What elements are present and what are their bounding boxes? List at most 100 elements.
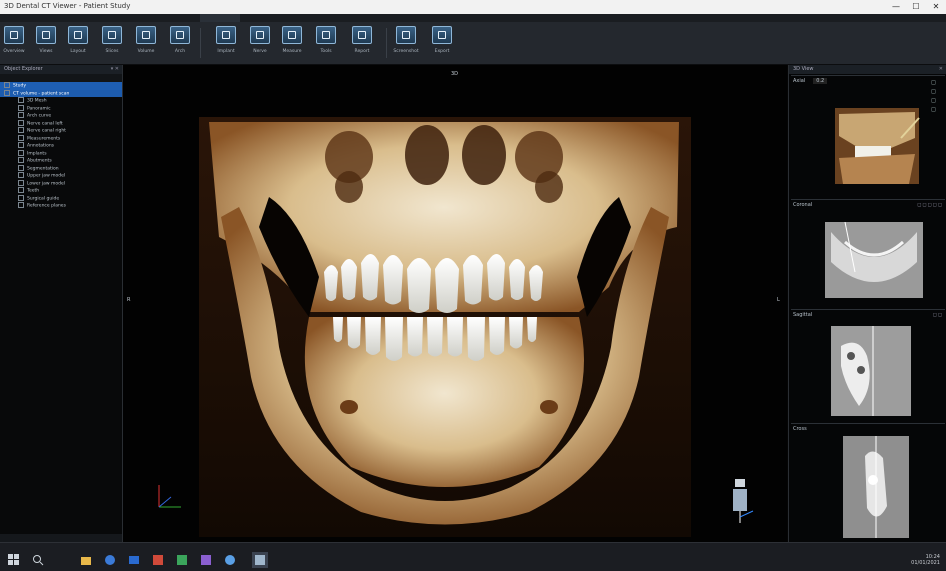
tree-item[interactable]: Surgical guide	[0, 194, 122, 203]
tree-item[interactable]: Upper jaw model	[0, 172, 122, 180]
start-icon[interactable]	[8, 554, 20, 566]
tree-item[interactable]: Implants	[0, 149, 122, 158]
skull-3d-render[interactable]	[199, 117, 691, 537]
window-title-bar: 3D Dental CT Viewer - Patient Study — ☐ …	[0, 0, 946, 14]
ribbon-button-implant[interactable]: Implant	[212, 26, 240, 60]
tree-item[interactable]: Panoramic	[0, 104, 122, 113]
panel-title: Object Explorer	[4, 66, 43, 72]
tree-item[interactable]: Study	[0, 82, 122, 90]
ribbon-button-label: Measure	[282, 49, 302, 54]
tree-item[interactable]: Abutments	[0, 157, 122, 165]
ribbon-button-views[interactable]: Views	[32, 26, 60, 60]
tree-item-label: Study	[13, 83, 26, 89]
mail-icon[interactable]	[128, 554, 140, 566]
checkbox-icon[interactable]	[18, 187, 24, 193]
menu-strip	[0, 14, 946, 22]
ribbon-button-label: Nerve	[253, 49, 267, 54]
ribbon-button-overview[interactable]: Overview	[0, 26, 28, 60]
tree-item-label: Panoramic	[27, 106, 51, 111]
checkbox-icon[interactable]	[18, 104, 24, 111]
ribbon-button-measure[interactable]: Measure	[278, 26, 306, 60]
tree-item[interactable]: Measurements	[0, 134, 122, 143]
ribbon-button-nerve[interactable]: Nerve	[246, 26, 274, 60]
volume-icon	[136, 26, 156, 44]
3d-viewport[interactable]: 3D R L F	[123, 65, 787, 542]
view-orientation-top: 3D	[451, 71, 459, 77]
checkbox-icon[interactable]	[18, 112, 24, 118]
mpr-panel-title: 3D View	[793, 66, 814, 72]
checkbox-icon[interactable]	[18, 179, 24, 186]
clock-date: 01/01/2021	[911, 560, 940, 566]
tree-item-label: Nerve canal left	[27, 121, 63, 126]
tree-item-label: Implants	[27, 151, 47, 156]
tree-item[interactable]: Arch curve	[0, 112, 122, 120]
app-icon-3[interactable]	[200, 554, 212, 566]
checkbox-icon[interactable]	[18, 119, 24, 126]
tree-item[interactable]: Teeth	[0, 187, 122, 195]
checkbox-icon[interactable]	[18, 164, 24, 171]
mpr-panel-close-icon[interactable]: ✕	[939, 65, 943, 74]
thumbnail-tools[interactable]: ◻ ◻ ◻ ◻	[931, 78, 937, 114]
window-title: 3D Dental CT Viewer - Patient Study	[4, 2, 131, 10]
tree-item-label: Teeth	[27, 188, 40, 194]
ribbon-button-label: Views	[39, 49, 53, 54]
tree-item[interactable]: Nerve canal right	[0, 127, 122, 135]
checkbox-icon[interactable]	[18, 149, 24, 156]
checkbox-icon[interactable]	[18, 194, 24, 201]
panel-pin-icon[interactable]: ▾ ✕	[111, 65, 119, 74]
ribbon-button-report[interactable]: Report	[348, 26, 376, 60]
checkbox-icon[interactable]	[4, 89, 10, 96]
tree-item[interactable]: Segmentation	[0, 164, 122, 173]
thumbnail-3d-view[interactable]: Axial 0.2 ◻ ◻ ◻ ◻	[791, 75, 945, 200]
tree-item[interactable]: Annotations	[0, 142, 122, 150]
file-explorer-icon[interactable]	[80, 554, 92, 566]
tree-item[interactable]: Nerve canal left	[0, 119, 122, 128]
coronal-slice-view[interactable]: Sagittal ◻◻	[791, 309, 945, 424]
axial-slice-view[interactable]: Coronal ◻◻◻◻◻	[791, 199, 945, 310]
tree-item[interactable]: Reference planes	[0, 202, 122, 210]
ribbon-button-screenshot[interactable]: Screenshot	[392, 26, 420, 60]
axial-toolbar[interactable]: ◻◻◻◻◻	[917, 202, 943, 208]
ribbon-separator	[386, 28, 387, 58]
dental-viewer-taskbar-icon[interactable]	[252, 552, 268, 568]
app-icon-4[interactable]	[224, 554, 236, 566]
ribbon-button-label: Screenshot	[393, 49, 419, 54]
tab-active[interactable]	[200, 14, 240, 22]
ribbon-button-tools[interactable]: Tools	[312, 26, 340, 60]
ribbon-button-arch[interactable]: Arch	[166, 26, 194, 60]
ribbon-button-slices[interactable]: Slices	[98, 26, 126, 60]
system-tray-clock[interactable]: 10:24 01/01/2021	[911, 554, 940, 566]
sagittal-ct-image	[843, 436, 909, 538]
checkbox-icon[interactable]	[18, 172, 24, 178]
checkbox-icon[interactable]	[18, 127, 24, 133]
ribbon-button-volume[interactable]: Volume	[132, 26, 160, 60]
mpr-panel-header: 3D View ✕	[789, 65, 946, 74]
browser-icon[interactable]	[104, 554, 116, 566]
export-icon	[432, 26, 452, 44]
app-icon-2[interactable]	[176, 554, 188, 566]
ribbon-button-export[interactable]: Export	[428, 26, 456, 60]
orientation-cube-icon[interactable]	[725, 475, 765, 527]
tree-item-label: Nerve canal right	[27, 128, 66, 134]
sagittal-slice-view[interactable]: Cross	[791, 423, 945, 542]
checkbox-icon[interactable]	[18, 97, 24, 103]
minimize-button[interactable]: —	[886, 0, 906, 14]
close-button[interactable]: ✕	[926, 0, 946, 14]
ribbon-button-layout[interactable]: Layout	[64, 26, 92, 60]
panel-footer	[0, 534, 122, 542]
ribbon-toolbar: Overview Views Layout Slices Volume Arch Impla…	[0, 22, 946, 65]
coronal-toolbar[interactable]: ◻◻	[933, 312, 943, 318]
screenshot-icon	[396, 26, 416, 44]
search-icon[interactable]	[32, 554, 44, 566]
tree-item[interactable]: CT volume - patient scan	[0, 89, 122, 97]
tree-item[interactable]: Lower jaw model	[0, 179, 122, 188]
checkbox-icon[interactable]	[4, 82, 10, 88]
checkbox-icon[interactable]	[18, 142, 24, 148]
checkbox-icon[interactable]	[18, 202, 24, 208]
tree-item-label: 3D Mesh	[27, 98, 47, 104]
checkbox-icon[interactable]	[18, 157, 24, 163]
maximize-button[interactable]: ☐	[906, 0, 926, 14]
app-icon-1[interactable]	[152, 554, 164, 566]
tree-item[interactable]: 3D Mesh	[0, 97, 122, 105]
checkbox-icon[interactable]	[18, 134, 24, 141]
